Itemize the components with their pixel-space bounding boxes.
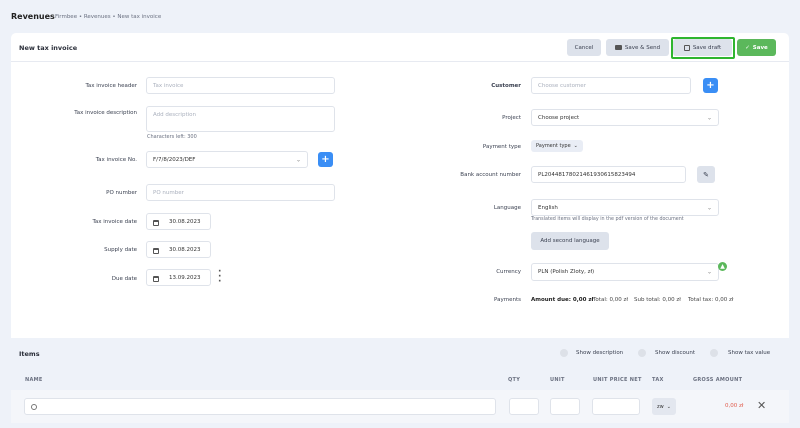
gross-amount: 0,00 zł [725, 403, 744, 409]
top-bar: Revenues Firmbee • Revenues • New tax in… [0, 0, 800, 32]
payment-type-value: Payment type [536, 143, 571, 149]
pencil-icon: ✎ [703, 170, 709, 179]
payments-label: Payments [494, 297, 521, 303]
total: Total: 0,00 zł [593, 297, 628, 303]
breadcrumb[interactable]: Firmbee • Revenues • New tax invoice [55, 14, 161, 20]
page-title: Revenues [11, 12, 55, 21]
chevron-down-icon: ⌄ [666, 403, 671, 410]
show-tax-label: Show tax value [728, 350, 771, 356]
header-input[interactable]: Tax invoice [146, 77, 335, 94]
unit-input[interactable] [550, 398, 580, 415]
save-send-button[interactable]: Save & Send [606, 39, 669, 56]
show-discount-toggle[interactable] [638, 349, 646, 357]
calendar-icon [153, 220, 159, 226]
bank-label: Bank account number [460, 172, 521, 178]
invoice-no-label: Tax invoice No. [95, 157, 137, 163]
chars-left: Characters left: 300 [147, 134, 197, 140]
language-label: Language [493, 205, 521, 211]
column-gross: GROSS AMOUNT [693, 377, 743, 383]
close-icon[interactable]: ✕ [757, 399, 766, 412]
envelope-icon [614, 45, 622, 50]
unit-price-input[interactable] [592, 398, 640, 415]
add-second-language-button[interactable]: Add second language [531, 232, 609, 250]
column-tax: TAX [652, 377, 664, 383]
chevron-down-icon: ⌄ [295, 156, 301, 163]
calendar-icon [153, 276, 159, 282]
add-customer-button[interactable]: + [703, 78, 718, 93]
language-value: English [538, 204, 558, 211]
show-discount-label: Show discount [655, 350, 695, 356]
chevron-down-icon: ⌄ [706, 114, 712, 121]
column-unit: UNIT [550, 377, 565, 383]
supply-date-value: 30.08.2023 [169, 246, 201, 253]
po-input[interactable]: PO number [146, 184, 335, 201]
invoice-date-input[interactable]: 30.08.2023 [146, 213, 211, 230]
currency-value: PLN (Polish Zloty, zł) [538, 269, 595, 275]
save-label: Save [752, 44, 768, 51]
cancel-button[interactable]: Cancel [567, 39, 601, 56]
check-icon: ✓ [745, 44, 750, 51]
show-description-toggle[interactable] [560, 349, 568, 357]
customer-input[interactable]: Choose customer [531, 77, 691, 94]
edit-bank-button[interactable]: ✎ [697, 166, 715, 183]
due-date-input[interactable]: 13.09.2023 [146, 269, 211, 286]
column-qty: QTY [508, 377, 521, 383]
tax-value: zw [657, 403, 664, 410]
column-unit-price: UNIT PRICE NET [593, 377, 642, 383]
save-send-label: Save & Send [624, 44, 661, 51]
currency-info-icon[interactable]: ▲ [718, 262, 727, 271]
more-options-icon[interactable]: · · · [218, 268, 221, 287]
header-label: Tax invoice header [85, 83, 137, 89]
save-button[interactable]: ✓ Save [737, 39, 776, 56]
po-label: PO number [106, 190, 137, 196]
chevron-down-icon: ⌄ [706, 204, 712, 211]
amount-due: Amount due: 0,00 zł [531, 297, 594, 303]
invoice-date-label: Tax invoice date [92, 219, 137, 225]
column-name: NAME [25, 377, 43, 383]
language-hint: Translated items will display in the pdf… [531, 217, 684, 222]
chevron-down-icon: ⌄ [706, 268, 712, 276]
due-date-label: Due date [111, 276, 137, 282]
currency-label: Currency [496, 269, 521, 275]
description-input[interactable]: Add description [146, 106, 335, 132]
invoice-no-select[interactable]: F/7/8/2023/DEF ⌄ [146, 151, 308, 168]
due-date-value: 13.09.2023 [169, 274, 201, 281]
invoice-date-value: 30.08.2023 [169, 218, 201, 225]
language-select[interactable]: English ⌄ [531, 199, 719, 216]
calendar-icon [153, 248, 159, 254]
currency-select[interactable]: PLN (Polish Zloty, zł) ⌄ [531, 263, 719, 281]
search-icon [31, 403, 37, 410]
supply-date-input[interactable]: 30.08.2023 [146, 241, 211, 258]
add-numbering-button[interactable]: + [318, 152, 333, 167]
show-tax-toggle[interactable] [710, 349, 718, 357]
items-title: Items [19, 350, 40, 358]
project-label: Project [502, 115, 521, 121]
card-title: New tax invoice [19, 44, 78, 52]
sub-total: Sub total: 0,00 zł [634, 297, 681, 303]
supply-date-label: Supply date [104, 247, 137, 253]
project-value: Choose project [538, 114, 580, 121]
chevron-down-icon: ⌄ [573, 143, 578, 149]
show-description-label: Show description [576, 350, 624, 356]
description-label: Tax invoice description [74, 110, 137, 116]
tax-select[interactable]: zw ⌄ [652, 398, 676, 415]
payment-type-select[interactable]: Payment type ⌄ [531, 140, 583, 152]
customer-label: Customer [491, 83, 521, 89]
qty-input[interactable] [509, 398, 539, 415]
item-name-input[interactable] [24, 398, 496, 415]
bank-input[interactable]: PL20448178021461930615823494 [531, 166, 686, 183]
payment-type-label: Payment type [482, 144, 521, 150]
selection-highlight [671, 37, 735, 59]
project-select[interactable]: Choose project ⌄ [531, 109, 719, 126]
total-tax: Total tax: 0,00 zł [688, 297, 734, 303]
invoice-no-value: F/7/8/2023/DEF [153, 156, 196, 163]
